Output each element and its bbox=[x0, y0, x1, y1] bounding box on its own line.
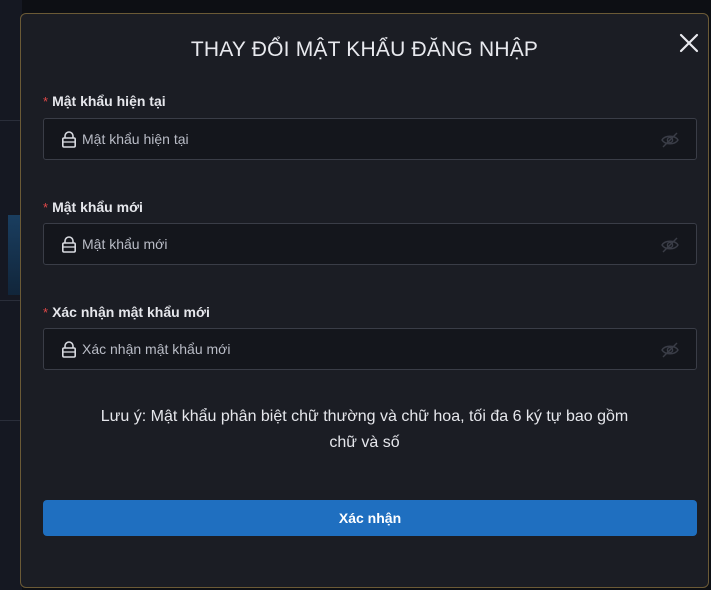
lock-icon bbox=[61, 341, 76, 358]
new-password-input[interactable] bbox=[82, 224, 642, 264]
lock-icon bbox=[61, 131, 76, 148]
confirm-password-label: * Xác nhận mật khẩu mới bbox=[43, 304, 210, 320]
new-password-label: * Mật khẩu mới bbox=[43, 199, 143, 215]
eye-off-icon[interactable] bbox=[660, 236, 680, 254]
current-password-input[interactable] bbox=[82, 119, 642, 159]
current-password-label: * Mật khẩu hiện tại bbox=[43, 93, 166, 109]
confirm-password-label-text: Xác nhận mật khẩu mới bbox=[52, 304, 210, 320]
current-password-label-text: Mật khẩu hiện tại bbox=[52, 93, 166, 109]
lock-icon bbox=[61, 236, 76, 253]
new-password-label-text: Mật khẩu mới bbox=[52, 199, 143, 215]
required-mark: * bbox=[43, 305, 49, 320]
confirm-button[interactable]: Xác nhận bbox=[43, 500, 697, 536]
confirm-password-field bbox=[43, 328, 697, 370]
background-divider bbox=[0, 120, 22, 121]
background-divider bbox=[0, 420, 22, 421]
change-password-dialog: THAY ĐỔI MẬT KHẨU ĐĂNG NHẬP * Mật khẩu hi… bbox=[20, 13, 709, 588]
eye-off-icon[interactable] bbox=[660, 131, 680, 149]
note-line-1: Lưu ý: Mật khẩu phân biệt chữ thường và … bbox=[100, 408, 629, 425]
current-password-field bbox=[43, 118, 697, 160]
required-mark: * bbox=[43, 94, 49, 109]
background-divider bbox=[0, 300, 22, 301]
required-mark: * bbox=[43, 200, 49, 215]
new-password-field bbox=[43, 223, 697, 265]
password-rules-note: Lưu ý: Mật khẩu phân biệt chữ thường và … bbox=[51, 404, 678, 456]
background-panel bbox=[0, 0, 22, 590]
note-line-2: chữ và số bbox=[329, 434, 400, 451]
dialog-title: THAY ĐỔI MẬT KHẨU ĐĂNG NHẬP bbox=[190, 38, 539, 61]
eye-off-icon[interactable] bbox=[660, 341, 680, 359]
confirm-password-input[interactable] bbox=[82, 329, 642, 369]
close-icon bbox=[679, 33, 699, 53]
close-button[interactable] bbox=[676, 30, 702, 56]
